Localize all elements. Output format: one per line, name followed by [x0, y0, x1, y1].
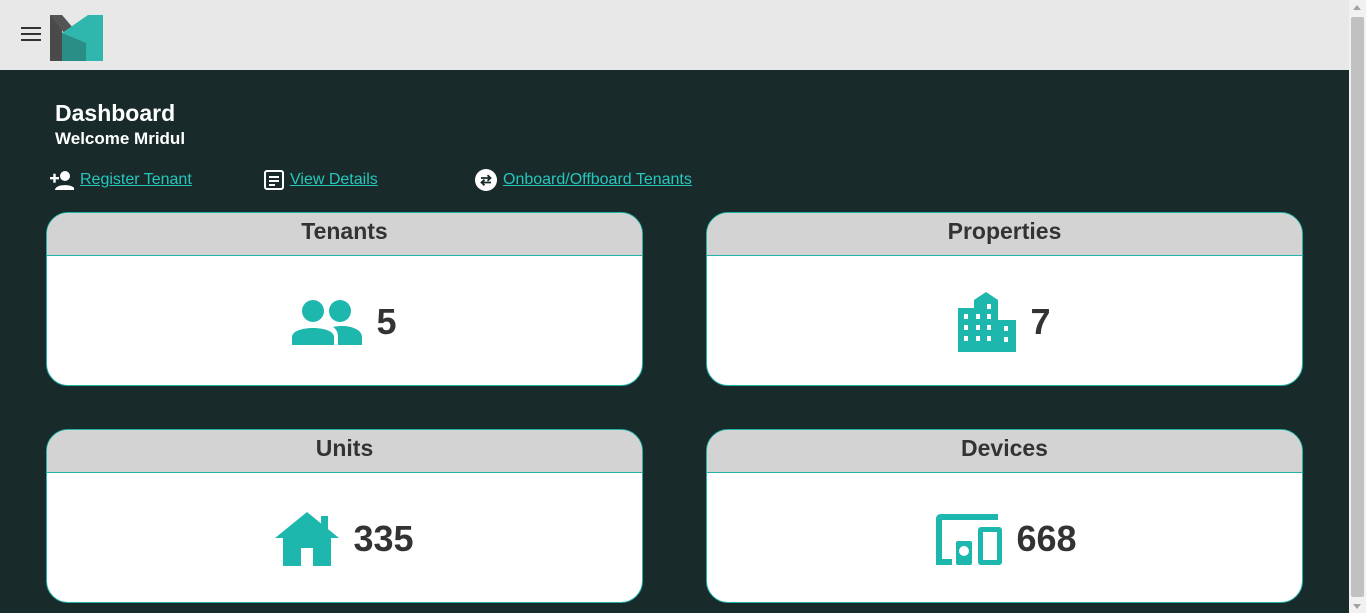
register-tenant-link[interactable]: Register Tenant — [80, 171, 192, 189]
tenants-card[interactable]: Tenants 5 — [46, 212, 643, 386]
devices-icon — [936, 513, 1003, 565]
tenants-count: 5 — [376, 300, 397, 342]
house-icon — [275, 511, 340, 566]
scroll-up-arrow-icon[interactable] — [1353, 5, 1361, 10]
units-card[interactable]: Units 335 — [46, 429, 643, 603]
building-icon — [958, 291, 1017, 352]
devices-count: 668 — [1016, 517, 1077, 559]
card-title: Properties — [707, 213, 1302, 256]
card-title: Units — [47, 430, 642, 473]
units-count: 335 — [353, 517, 414, 559]
people-icon — [292, 299, 363, 345]
view-details-link[interactable]: View Details — [290, 171, 378, 189]
card-title: Devices — [707, 430, 1302, 473]
devices-card[interactable]: Devices 668 — [706, 429, 1303, 603]
onboard-offboard-link[interactable]: Onboard/Offboard Tenants — [503, 171, 692, 189]
m-logo[interactable] — [50, 15, 103, 61]
scrollbar-thumb[interactable] — [1351, 17, 1364, 597]
swap-circle-icon — [475, 169, 497, 191]
article-icon — [264, 170, 284, 190]
properties-card[interactable]: Properties 7 — [706, 212, 1303, 386]
person-add-icon — [50, 171, 74, 190]
top-bar — [0, 0, 1349, 70]
view-details-action[interactable]: View Details — [264, 168, 378, 192]
onboard-offboard-action[interactable]: Onboard/Offboard Tenants — [475, 168, 692, 192]
register-tenant-action[interactable]: Register Tenant — [50, 168, 192, 192]
page-title: Dashboard — [55, 100, 176, 126]
vertical-scrollbar[interactable] — [1349, 0, 1366, 613]
scroll-down-arrow-icon[interactable] — [1353, 604, 1361, 609]
hamburger-menu-icon[interactable] — [21, 26, 41, 42]
welcome-message: Welcome Mridul — [55, 129, 186, 148]
properties-count: 7 — [1030, 300, 1051, 342]
card-title: Tenants — [47, 213, 642, 256]
